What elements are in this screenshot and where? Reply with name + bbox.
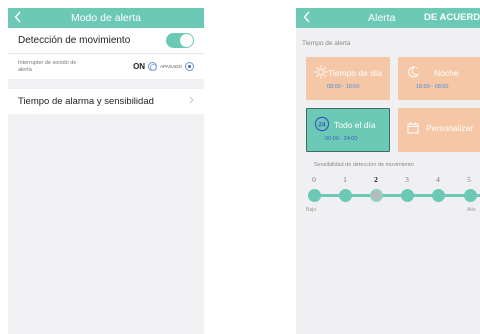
slider-stop-5[interactable] xyxy=(464,189,477,202)
all-day-card[interactable]: 24 Todo el día 00:00 - 24:00 xyxy=(306,108,390,152)
svg-text:24: 24 xyxy=(318,122,326,129)
slider-stop-0[interactable] xyxy=(308,189,321,202)
moon-icon xyxy=(406,65,420,79)
slider-stop-1[interactable] xyxy=(339,189,352,202)
high-label: Alto xyxy=(467,207,476,213)
sound-on-radio[interactable] xyxy=(148,62,158,71)
all-day-card-title: Todo el día xyxy=(334,120,376,130)
alert-sound-label: Interrupter de sonido de alerta xyxy=(18,59,77,73)
night-card-time: 18:00 - 08:00 xyxy=(416,84,449,90)
alert-header: Alerta DE ACUERDO xyxy=(296,8,480,28)
alert-time-section-label: Tiempo de alerta xyxy=(302,40,351,47)
level-tick-0: 0 xyxy=(312,175,316,184)
back-chevron-icon[interactable] xyxy=(14,11,22,26)
sound-on-label: ON xyxy=(133,62,146,71)
sensitivity-ticks: 0 1 2 3 4 5 xyxy=(296,175,480,187)
chevron-right-icon xyxy=(189,96,194,107)
level-tick-5: 5 xyxy=(467,175,471,184)
slider-stop-3[interactable] xyxy=(401,189,414,202)
sensitivity-section-label: Sensibilidad de detección de movimiento xyxy=(314,162,414,168)
night-card[interactable]: Noche 18:00 - 08:00 xyxy=(398,57,480,100)
level-tick-2: 2 xyxy=(374,175,378,184)
toggle-knob xyxy=(180,34,193,47)
slider-stop-4[interactable] xyxy=(432,189,445,202)
sun-icon xyxy=(314,65,328,79)
alarm-sensitivity-row[interactable]: Tiempo de alarma y sensibilidad xyxy=(8,89,204,114)
alert-settings-screen: Alerta DE ACUERDO Tiempo de alerta Tiemp… xyxy=(296,8,480,334)
accept-button[interactable]: DE ACUERDO xyxy=(424,12,480,23)
sound-off-radio[interactable] xyxy=(185,62,194,71)
sound-off-label: APAGADO xyxy=(160,64,182,69)
alert-sound-row: Interrupter de sonido de alerta ON APAGA… xyxy=(8,54,204,79)
back-chevron-icon[interactable] xyxy=(303,11,311,26)
clock-24-icon: 24 xyxy=(314,116,330,132)
low-label: Bajo xyxy=(306,207,317,213)
slider-stop-2-selected[interactable] xyxy=(370,189,383,202)
alert-sound-options: ON APAGADO xyxy=(133,62,194,71)
motion-detection-toggle[interactable] xyxy=(166,33,194,48)
alarm-sensitivity-label: Tiempo de alarma y sensibilidad xyxy=(18,96,154,107)
level-tick-1: 1 xyxy=(343,175,347,184)
level-tick-3: 3 xyxy=(405,175,409,184)
daytime-card-time: 08:00 - 18:00 xyxy=(327,84,360,90)
custom-card-title: Personalizar xyxy=(426,123,474,133)
alert-mode-header: Modo de alerta xyxy=(8,8,204,28)
daytime-card-title: Tiempo de día xyxy=(328,68,383,78)
custom-card[interactable]: Personalizar xyxy=(398,108,480,152)
alert-mode-screen: Modo de alerta Detección de movimiento I… xyxy=(8,8,204,334)
slider-track xyxy=(312,194,480,197)
page-title: Alerta xyxy=(368,12,396,24)
daytime-card[interactable]: Tiempo de día 08:00 - 18:00 xyxy=(306,57,390,100)
motion-detection-row: Detección de movimiento xyxy=(8,28,204,54)
level-tick-4: 4 xyxy=(436,175,440,184)
page-title: Modo de alerta xyxy=(70,12,142,24)
all-day-card-time: 00:00 - 24:00 xyxy=(325,136,358,142)
sensitivity-slider[interactable] xyxy=(306,189,480,203)
calendar-icon xyxy=(406,121,420,135)
night-card-title: Noche xyxy=(434,68,459,78)
motion-detection-label: Detección de movimiento xyxy=(18,35,131,46)
